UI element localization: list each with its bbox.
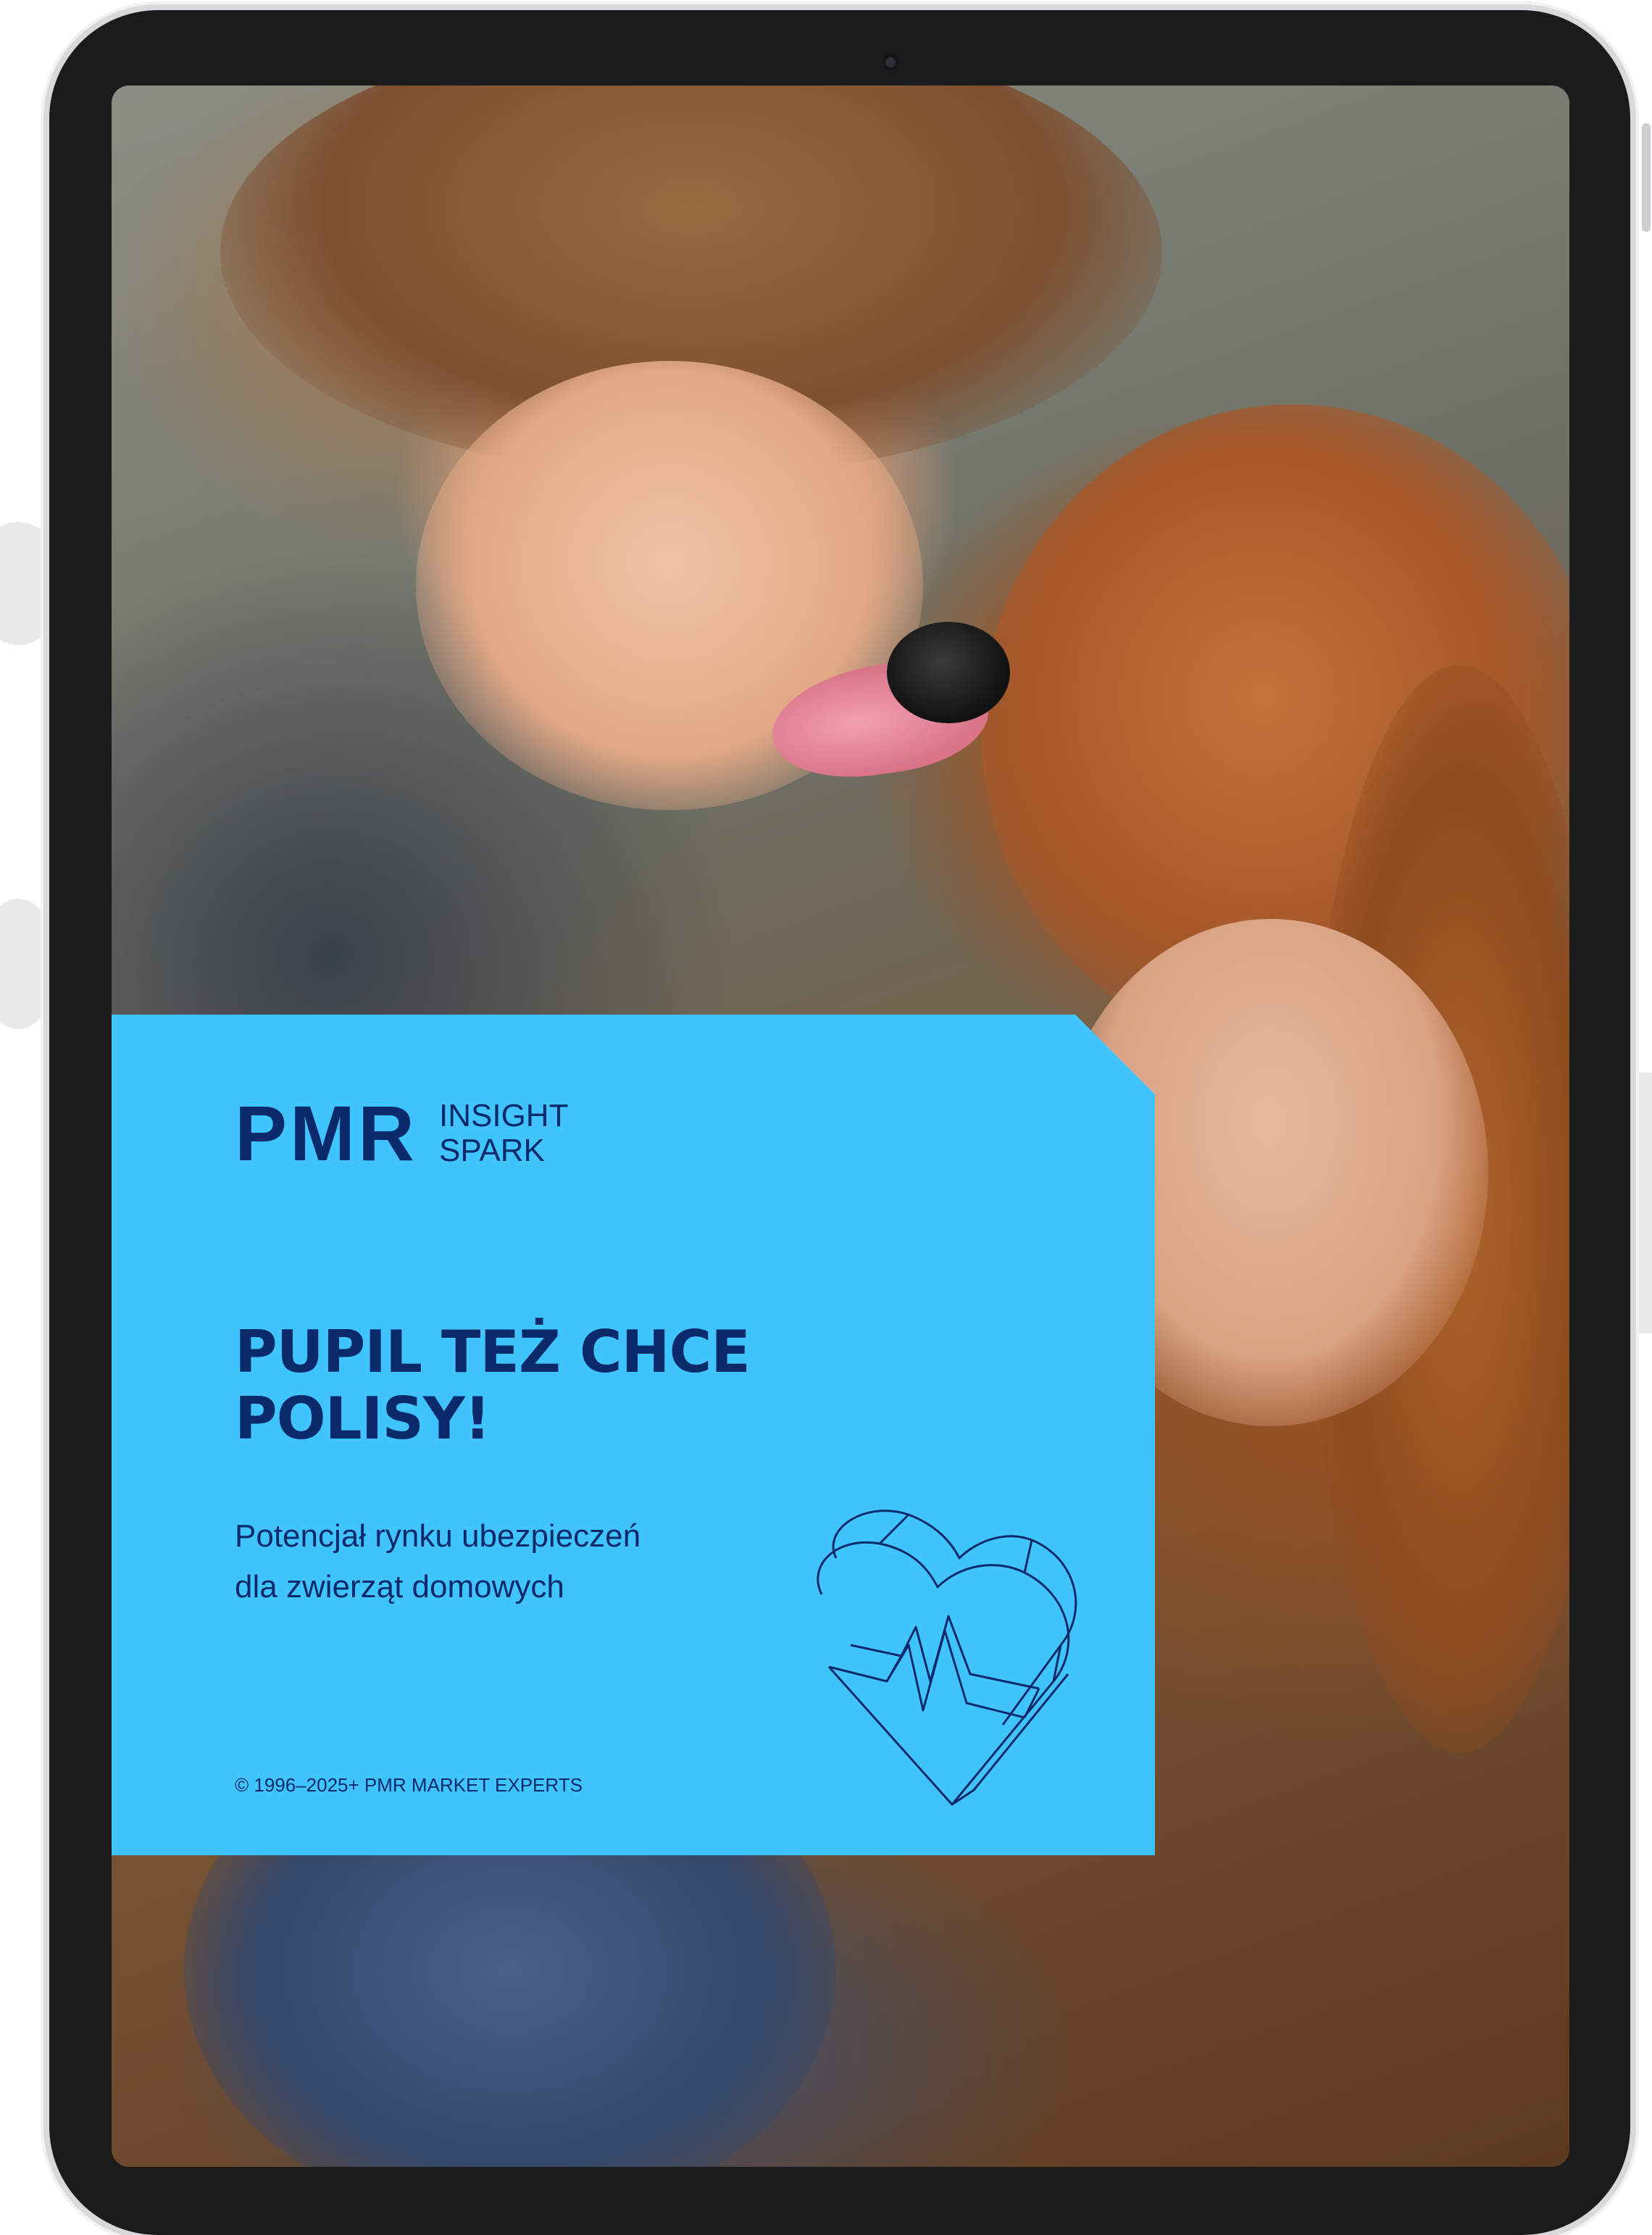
logo-subtitle: INSIGHT SPARK <box>439 1099 568 1168</box>
heart-pulse-icon <box>817 1510 1077 1806</box>
tablet-top-button <box>1455 1 1535 10</box>
cover-title-line1: PUPIL TEŻ CHCE <box>235 1318 751 1386</box>
logo-subtitle-line1: INSIGHT <box>439 1098 569 1133</box>
cover-subtitle-line1: Potencjał rynku ubezpieczeń <box>235 1518 641 1554</box>
cover-title-panel: PMR INSIGHT SPARK PUPIL TEŻ CHCE POLISY!… <box>112 1015 1155 1855</box>
tablet-side-button <box>1642 123 1651 232</box>
logo-subtitle-line2: SPARK <box>439 1133 545 1168</box>
photo-dog-nose <box>887 622 1010 723</box>
pmr-logo: PMR INSIGHT SPARK <box>235 1094 568 1173</box>
copyright-text: © 1996–2025+ PMR MARKET EXPERTS <box>235 1774 583 1796</box>
camera-icon <box>882 54 899 71</box>
logo-wordmark: PMR <box>235 1089 417 1177</box>
cover-subtitle-line2: dla zwierząt domowych <box>235 1569 564 1605</box>
cover-title: PUPIL TEŻ CHCE POLISY! <box>235 1319 887 1452</box>
cover-subtitle: Potencjał rynku ubezpieczeń dla zwierząt… <box>235 1511 742 1612</box>
cover-title-line2: POLISY! <box>235 1385 491 1452</box>
